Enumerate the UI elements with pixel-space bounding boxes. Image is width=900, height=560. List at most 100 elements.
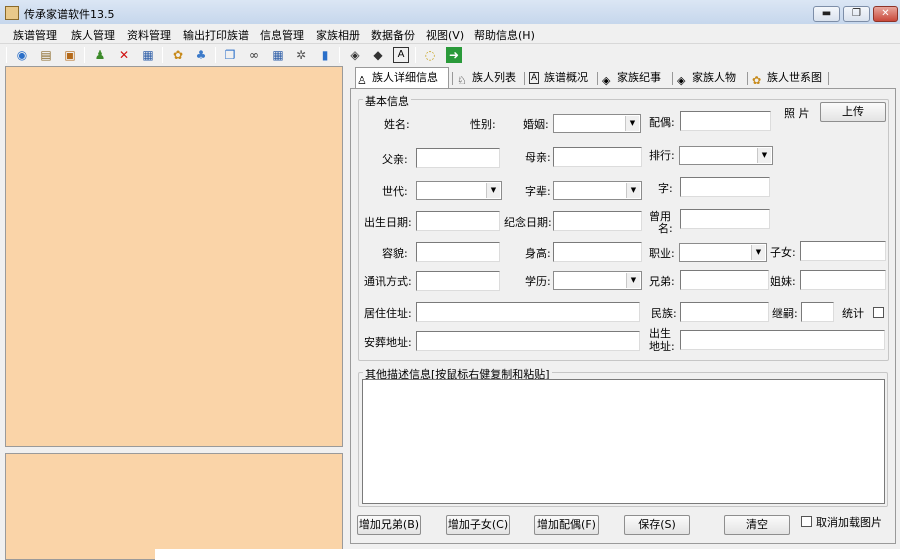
rank-select[interactable]: ▼	[679, 146, 773, 165]
binoculars-icon[interactable]: ∞	[246, 47, 262, 63]
memorial-date-input[interactable]	[553, 211, 642, 231]
book-icon[interactable]: ▤	[38, 47, 54, 63]
generation-label: 世代:	[382, 185, 408, 198]
chevron-down-icon: ▼	[626, 273, 640, 288]
tab-family-people[interactable]: ◈ 家族人物	[676, 68, 746, 88]
status-bar	[155, 549, 900, 560]
appearance-input[interactable]	[416, 242, 500, 262]
books-icon[interactable]: ◆	[370, 47, 386, 63]
mother-input[interactable]	[553, 147, 642, 167]
menu-print[interactable]: 输出打印族谱	[183, 27, 249, 43]
tree-pane[interactable]	[5, 66, 343, 447]
generation-char-select[interactable]: ▼	[553, 181, 642, 200]
other-info-textarea[interactable]	[362, 379, 885, 504]
spouse-input[interactable]	[680, 111, 771, 131]
people-icon[interactable]: ✿	[170, 47, 186, 63]
birth-date-input[interactable]	[416, 211, 500, 231]
tab-genealogy-overview[interactable]: A 族谱概况	[528, 68, 596, 88]
close-button[interactable]: ✕	[873, 6, 898, 22]
basic-info-group: 基本信息 姓名: 性别: 婚姻: ▼ 配偶: 照 片 上传 父亲: 母亲: 排行…	[358, 93, 889, 361]
gear-icon[interactable]: ✲	[293, 47, 309, 63]
height-label: 身高:	[525, 247, 551, 260]
marriage-select[interactable]: ▼	[553, 114, 641, 133]
sisters-input[interactable]	[800, 270, 886, 290]
chevron-down-icon: ▼	[486, 183, 500, 198]
burial-input[interactable]	[416, 331, 640, 351]
chat-icon[interactable]: ◌	[422, 47, 438, 63]
grid-icon[interactable]: ▦	[270, 47, 286, 63]
birth-date-label: 出生日期:	[364, 216, 412, 229]
menu-album[interactable]: 家族相册	[316, 27, 360, 43]
tab-separator	[452, 72, 453, 85]
toolbar-separator	[84, 47, 85, 63]
tab-label: 族谱概况	[544, 71, 588, 84]
add-brother-button[interactable]: 增加兄弟(B)	[357, 515, 421, 535]
tab-member-detail[interactable]: ♙ 族人详细信息	[355, 67, 449, 89]
menu-view[interactable]: 视图(V)	[426, 27, 464, 43]
birthplace-label: 地址:	[649, 340, 675, 353]
birthplace-label: 出生	[649, 327, 671, 340]
menu-genealogy[interactable]: 族谱管理	[13, 27, 57, 43]
sisters-label: 姐妹:	[770, 275, 796, 288]
brothers-label: 兄弟:	[649, 275, 675, 288]
residence-input[interactable]	[416, 302, 640, 322]
add-person-icon[interactable]: ♟	[92, 47, 108, 63]
menu-backup[interactable]: 数据备份	[371, 27, 415, 43]
occupation-select[interactable]: ▼	[679, 243, 767, 262]
group-icon[interactable]: ♣	[193, 47, 209, 63]
menu-materials[interactable]: 资料管理	[127, 27, 171, 43]
tab-lineage-chart[interactable]: ✿ 族人世系图	[751, 68, 829, 88]
stats-checkbox[interactable]	[873, 307, 884, 318]
tab-member-list[interactable]: ♘ 族人列表	[456, 68, 522, 88]
toolbar-separator	[215, 47, 216, 63]
eye-icon[interactable]: ◈	[347, 47, 363, 63]
children-label: 子女:	[770, 246, 796, 259]
app-icon	[5, 6, 19, 20]
menu-info[interactable]: 信息管理	[260, 27, 304, 43]
stats-label: 统计	[842, 307, 864, 320]
toolbar-separator	[6, 47, 7, 63]
courtesy-input[interactable]	[680, 177, 770, 197]
children-input[interactable]	[800, 241, 886, 261]
cancel-photo-checkbox[interactable]	[801, 516, 812, 527]
rank-label: 排行:	[649, 149, 675, 162]
father-input[interactable]	[416, 148, 500, 168]
clear-button[interactable]: 清空	[724, 515, 790, 535]
menu-help[interactable]: 帮助信息(H)	[474, 27, 535, 43]
birthplace-input[interactable]	[680, 330, 885, 350]
card-icon[interactable]: ▦	[140, 47, 156, 63]
adoption-input[interactable]	[801, 302, 834, 322]
add-child-button[interactable]: 增加子女(C)	[446, 515, 510, 535]
height-input[interactable]	[553, 242, 642, 262]
add-spouse-button[interactable]: 增加配偶(F)	[534, 515, 599, 535]
ethnicity-input[interactable]	[680, 302, 769, 322]
generation-select[interactable]: ▼	[416, 181, 502, 200]
former-name-input[interactable]	[680, 209, 770, 229]
memorial-date-label: 纪念日期:	[504, 216, 552, 229]
save-button[interactable]: 保存(S)	[624, 515, 690, 535]
spouse-label: 配偶:	[649, 116, 675, 129]
father-label: 父亲:	[382, 153, 408, 166]
member-detail-panel: 基本信息 姓名: 性别: 婚姻: ▼ 配偶: 照 片 上传 父亲: 母亲: 排行…	[350, 88, 896, 544]
preview-pane[interactable]	[5, 453, 343, 560]
education-select[interactable]: ▼	[553, 271, 642, 290]
menu-members[interactable]: 族人管理	[71, 27, 115, 43]
delete-icon[interactable]: ✕	[116, 47, 132, 63]
tab-separator	[828, 72, 829, 85]
tab-family-events[interactable]: ◈ 家族纪事	[601, 68, 671, 88]
minimize-button[interactable]: ▬	[813, 6, 840, 22]
name-label: 姓名:	[384, 118, 410, 131]
brothers-input[interactable]	[680, 270, 769, 290]
upload-button[interactable]: 上传	[820, 102, 886, 122]
globe-icon[interactable]: ◉	[14, 47, 30, 63]
exit-icon[interactable]: ➜	[446, 47, 462, 63]
contact-input[interactable]	[416, 271, 500, 291]
restore-button[interactable]: ❐	[843, 6, 870, 22]
photo-icon[interactable]: ▣	[62, 47, 78, 63]
font-icon[interactable]: A	[393, 47, 409, 63]
appearance-label: 容貌:	[382, 247, 408, 260]
tab-label: 族人列表	[472, 71, 516, 84]
chart-icon[interactable]: ▮	[317, 47, 333, 63]
tab-label: 族人世系图	[767, 71, 822, 84]
copy-icon[interactable]: ❐	[222, 47, 238, 63]
